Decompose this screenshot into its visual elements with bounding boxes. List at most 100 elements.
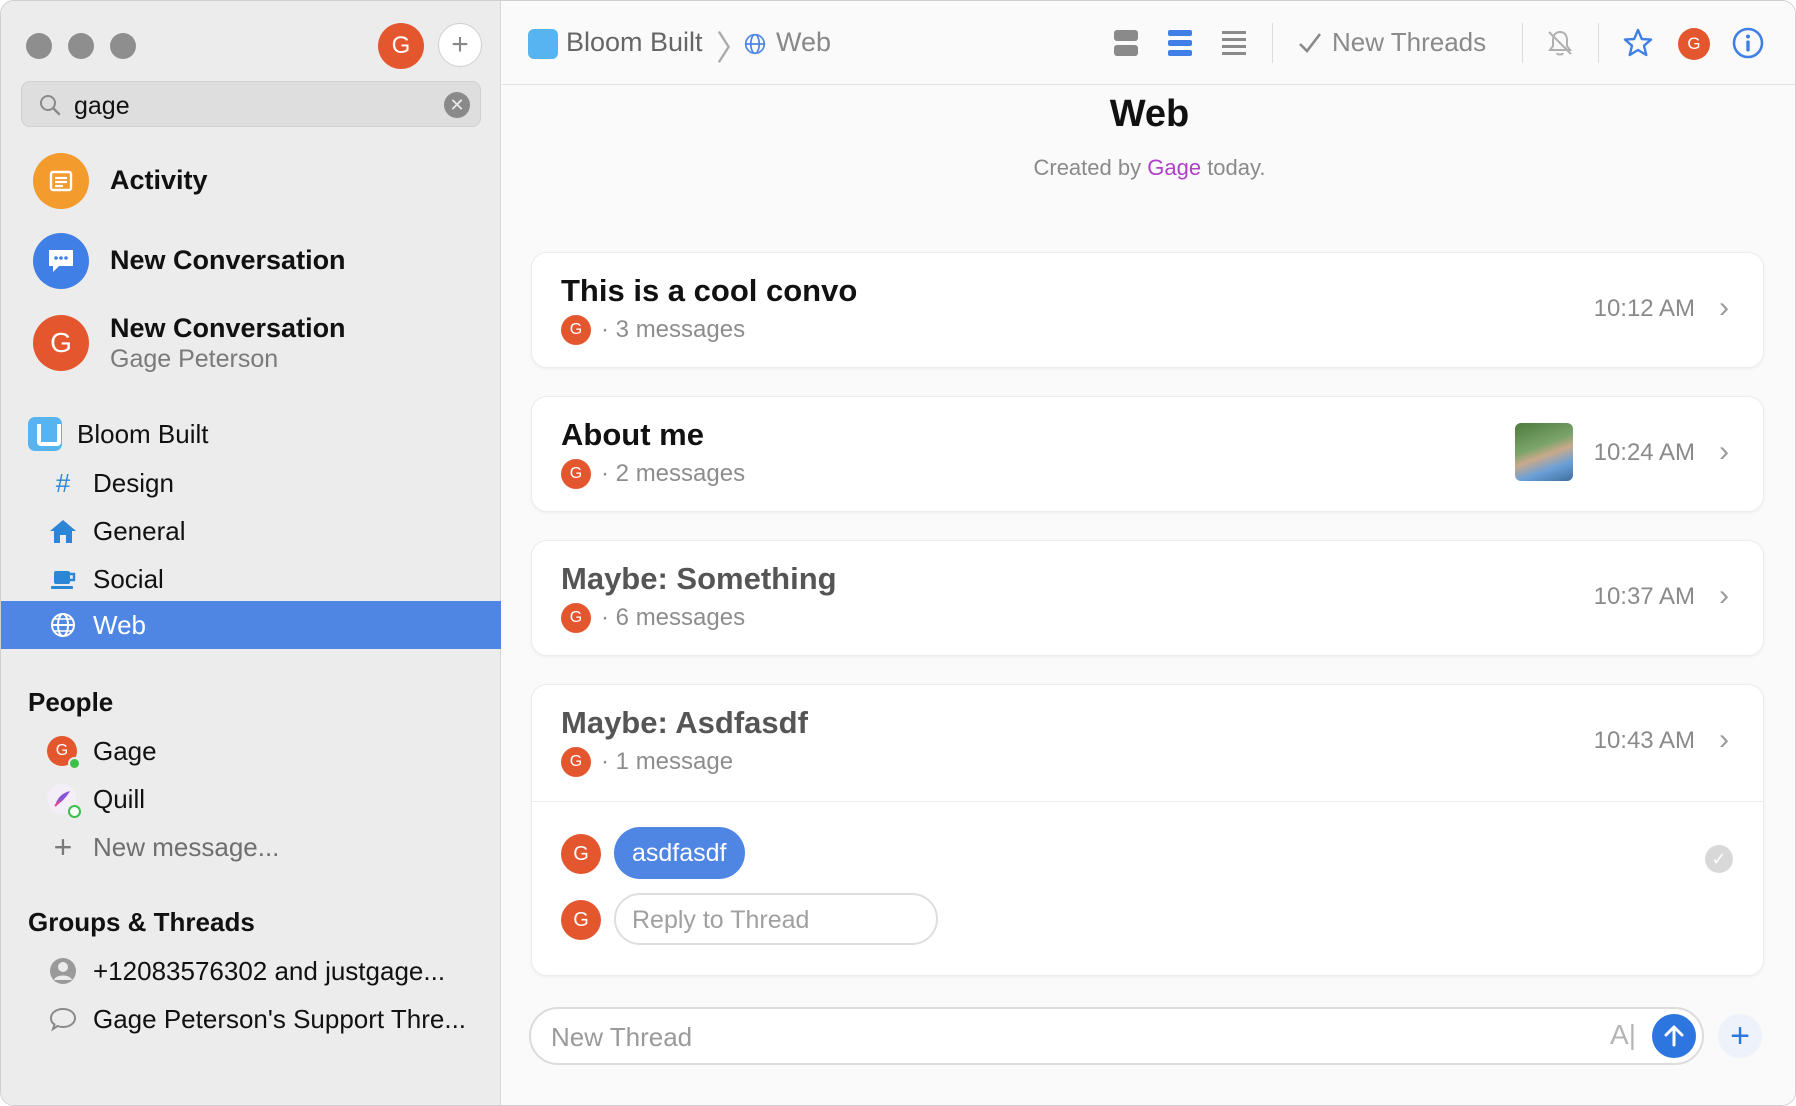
new-message-button[interactable]: + New message... xyxy=(1,823,501,871)
window-controls xyxy=(26,33,136,59)
sidebar-item-person-quill[interactable]: Quill xyxy=(1,775,501,823)
avatar: G xyxy=(47,736,81,770)
thread-card[interactable]: This is a cool convo G · 3 messages 10:1… xyxy=(531,252,1764,368)
group-label: +12083576302 and justgage... xyxy=(93,956,446,986)
chevron-right-icon: › xyxy=(1719,723,1729,756)
message-count: 2 messages xyxy=(615,460,746,487)
bell-muted-icon[interactable] xyxy=(1542,25,1578,61)
thread-card[interactable]: Maybe: Something G · 6 messages 10:37 AM… xyxy=(531,540,1764,656)
thread-title: Maybe: Something xyxy=(561,561,837,596)
workspace-name[interactable]: Bloom Built xyxy=(77,419,209,450)
clear-search-icon[interactable]: ✕ xyxy=(444,92,470,118)
dot-separator: · xyxy=(601,748,616,775)
zoom-window-button[interactable] xyxy=(110,33,136,59)
person-label: Quill xyxy=(93,784,146,814)
member-avatar[interactable]: G xyxy=(1678,28,1710,60)
globe-icon xyxy=(47,609,79,641)
star-icon[interactable] xyxy=(1620,25,1656,61)
thread-card-expanded[interactable]: Maybe: Asdfasdf G · 1 message 10:43 AM ›… xyxy=(531,684,1764,976)
sidebar-item-conversation-gage[interactable]: G New Conversation Gage Peterson xyxy=(1,313,501,373)
minimize-window-button[interactable] xyxy=(68,33,94,59)
reply-input[interactable]: Reply to Thread xyxy=(614,893,938,945)
thread-label: Gage Peterson's Support Thre... xyxy=(93,1004,467,1034)
thread-card[interactable]: About me G · 2 messages 10:24 AM › xyxy=(531,396,1764,512)
view-list-icon[interactable] xyxy=(1162,25,1198,61)
info-icon[interactable] xyxy=(1730,25,1766,61)
thread-time: 10:43 AM xyxy=(1593,727,1695,754)
channel-label: Social xyxy=(93,564,164,594)
search-field[interactable]: gage ✕ xyxy=(21,81,481,127)
people-heading: People xyxy=(28,687,114,717)
thread-meta: G · 6 messages xyxy=(561,603,745,633)
dot-separator: · xyxy=(601,460,616,487)
breadcrumb-channel[interactable]: Web xyxy=(776,27,831,58)
new-threads-button[interactable]: New Threads xyxy=(1296,27,1486,58)
view-cards-icon[interactable] xyxy=(1108,25,1144,61)
globe-icon xyxy=(744,33,766,55)
cup-icon xyxy=(47,563,79,595)
avatar-initial: G xyxy=(55,742,69,759)
message-count: 1 message xyxy=(615,748,734,775)
dot-separator: · xyxy=(601,316,616,343)
sidebar-item-person-gage[interactable]: G Gage xyxy=(1,727,501,775)
toolbar-divider xyxy=(1598,23,1599,63)
breadcrumb-workspace[interactable]: Bloom Built xyxy=(566,27,703,58)
quill-avatar xyxy=(47,784,81,818)
message-count: 6 messages xyxy=(615,604,746,631)
activity-icon xyxy=(33,153,89,209)
created-prefix: Created by xyxy=(1033,155,1142,180)
person-label: Gage xyxy=(93,736,157,766)
sidebar-item-activity[interactable]: Activity xyxy=(1,153,501,209)
format-text-icon[interactable]: A| xyxy=(1610,1019,1636,1051)
new-thread-input[interactable]: New Thread A| xyxy=(529,1007,1704,1065)
profile-photo-thumbnail[interactable] xyxy=(1515,423,1573,481)
thread-title: This is a cool convo xyxy=(561,273,858,308)
house-icon xyxy=(47,515,79,547)
channel-label: Web xyxy=(93,610,146,640)
sidebar-item-web[interactable]: Web xyxy=(1,601,501,649)
thread-meta: G · 1 message xyxy=(561,747,733,777)
add-attachment-button[interactable]: + xyxy=(1718,1014,1762,1058)
creator-link[interactable]: Gage xyxy=(1147,155,1201,180)
sidebar-item-general[interactable]: General xyxy=(1,507,501,555)
read-check-icon: ✓ xyxy=(1705,845,1733,873)
message-bubble[interactable]: asdfasdf xyxy=(614,827,745,879)
group-icon xyxy=(47,955,79,987)
sidebar-item-new-conversation[interactable]: New Conversation xyxy=(1,233,501,289)
composer-placeholder: New Thread xyxy=(551,1022,693,1052)
checkmark-icon xyxy=(1299,32,1322,53)
sidebar: G + gage ✕ Activity New Conversation G N… xyxy=(1,1,501,1105)
channel-label: General xyxy=(93,516,186,546)
view-compact-icon[interactable] xyxy=(1216,25,1252,61)
main-panel: Bloom Built 〉 Web New Threads G Web Crea… xyxy=(502,1,1795,1105)
close-window-button[interactable] xyxy=(26,33,52,59)
sidebar-item-label: Activity xyxy=(110,165,208,195)
sidebar-item-subtitle: Gage Peterson xyxy=(110,345,279,373)
compose-button[interactable]: + xyxy=(438,23,482,67)
online-status-icon xyxy=(68,757,81,770)
thread-title: About me xyxy=(561,417,704,452)
dot-separator: · xyxy=(601,604,616,631)
chat-bubble-icon xyxy=(33,233,89,289)
sidebar-item-design[interactable]: # Design xyxy=(1,459,501,507)
sidebar-item-support-thread[interactable]: Gage Peterson's Support Thre... xyxy=(1,995,501,1043)
created-by-line: Created by Gage today. xyxy=(502,155,1795,181)
divider xyxy=(532,801,1763,802)
profile-avatar[interactable]: G xyxy=(378,23,424,69)
thread-title: Maybe: Asdfasdf xyxy=(561,705,808,740)
sidebar-item-label: New Conversation xyxy=(110,313,346,343)
sidebar-item-group[interactable]: +12083576302 and justgage... xyxy=(1,947,501,995)
new-message-label: New message... xyxy=(93,832,280,862)
avatar: G xyxy=(561,315,591,345)
avatar: G xyxy=(561,834,601,874)
send-button[interactable] xyxy=(1652,1014,1696,1058)
thread-time: 10:12 AM xyxy=(1593,295,1695,322)
search-icon xyxy=(40,95,61,116)
search-input[interactable]: gage xyxy=(74,92,130,121)
message-count: 3 messages xyxy=(615,316,746,343)
online-status-icon xyxy=(68,805,81,818)
toolbar-divider xyxy=(1522,23,1523,63)
workspace-logo-icon xyxy=(528,29,558,59)
thread-meta: G · 3 messages xyxy=(561,315,745,345)
sidebar-item-social[interactable]: Social xyxy=(1,555,501,603)
